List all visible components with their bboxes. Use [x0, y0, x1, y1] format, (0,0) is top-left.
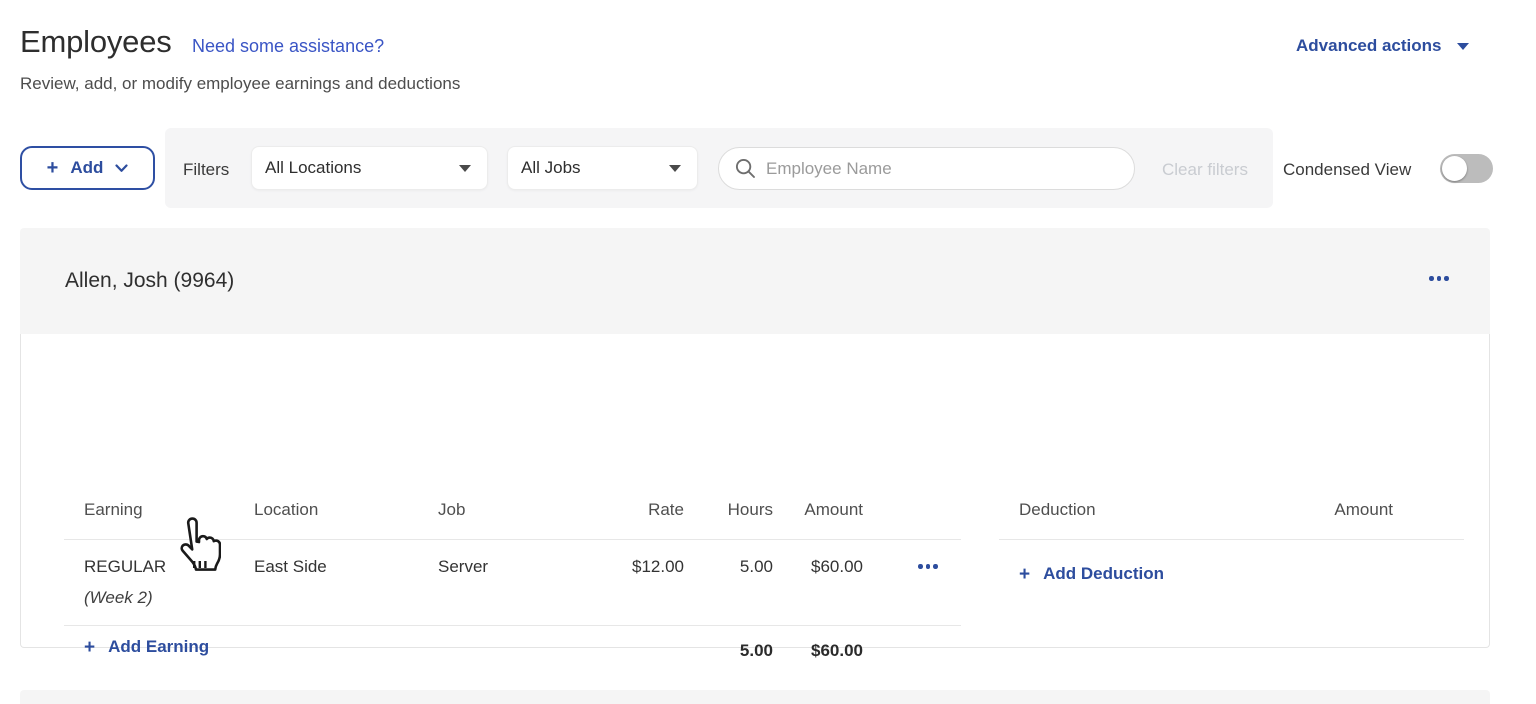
condensed-view-label: Condensed View	[1283, 160, 1412, 179]
locations-dropdown[interactable]: All Locations	[251, 146, 488, 190]
earnings-col-location: Location	[254, 500, 319, 519]
plus-icon: +	[46, 157, 59, 179]
add-button-label: Add	[70, 158, 104, 177]
job-cell: Server	[438, 557, 489, 576]
page-title: Employees	[20, 24, 172, 59]
location-cell: East Side	[254, 557, 327, 576]
employee-name: Allen, Josh (9964)	[65, 269, 235, 292]
add-earning-label: Add Earning	[108, 637, 210, 656]
toggle-knob	[1442, 156, 1467, 181]
employee-search	[718, 147, 1135, 190]
search-icon	[735, 158, 755, 178]
earning-note-cell: (Week 2)	[84, 588, 153, 607]
clear-filters-button[interactable]: Clear filters	[1162, 160, 1248, 180]
deductions-col-amount: Amount	[1334, 500, 1393, 519]
hours-cell: 5.00	[739, 557, 773, 576]
page-subtitle: Review, add, or modify employee earnings…	[20, 74, 461, 93]
add-earning-button[interactable]: + Add Earning	[84, 637, 209, 657]
earnings-col-hours: Hours	[727, 500, 773, 519]
amount-cell: $60.00	[811, 557, 863, 576]
deductions-col-deduction: Deduction	[1019, 500, 1096, 519]
advanced-actions-dropdown[interactable]: Advanced actions	[1296, 36, 1469, 56]
jobs-dropdown-value: All Jobs	[521, 158, 581, 177]
filters-label: Filters	[183, 160, 230, 179]
locations-dropdown-value: All Locations	[265, 158, 362, 177]
condensed-view-toggle[interactable]	[1440, 154, 1493, 183]
total-hours: 5.00	[739, 641, 773, 660]
earnings-col-amount: Amount	[804, 500, 863, 519]
caret-down-icon	[669, 164, 681, 172]
earnings-row-rule	[64, 625, 961, 626]
earning-cell: REGULAR	[84, 557, 167, 576]
add-deduction-label: Add Deduction	[1043, 564, 1164, 583]
earnings-col-rate: Rate	[648, 500, 684, 519]
earning-row-kebab-icon[interactable]	[914, 560, 942, 573]
employee-card-header: Allen, Josh (9964)	[20, 228, 1490, 334]
employee-card: Allen, Josh (9964) Earning Location Job …	[20, 228, 1490, 660]
next-employee-card-partial	[20, 690, 1490, 704]
assistance-link[interactable]: Need some assistance?	[192, 36, 384, 57]
earnings-col-job: Job	[438, 500, 466, 519]
advanced-actions-label: Advanced actions	[1296, 36, 1442, 55]
earnings-col-earning: Earning	[84, 500, 143, 519]
plus-icon: +	[84, 636, 96, 658]
caret-down-icon	[1456, 42, 1469, 50]
rate-cell: $12.00	[632, 557, 684, 576]
add-button[interactable]: + Add	[20, 146, 155, 190]
total-amount: $60.00	[811, 641, 863, 660]
search-input[interactable]	[766, 158, 1120, 179]
plus-icon: +	[1019, 563, 1031, 585]
add-deduction-button[interactable]: + Add Deduction	[1019, 564, 1164, 584]
employee-menu-kebab-icon[interactable]	[1425, 272, 1453, 285]
deductions-header-rule	[999, 539, 1464, 540]
earnings-header-rule	[64, 539, 961, 540]
employee-card-body: Earning Location Job Rate Hours Amount R…	[20, 334, 1490, 660]
caret-down-icon	[459, 164, 471, 172]
jobs-dropdown[interactable]: All Jobs	[507, 146, 698, 190]
chevron-down-icon	[115, 163, 128, 172]
employees-page: Employees Need some assistance? Review, …	[0, 0, 1536, 704]
